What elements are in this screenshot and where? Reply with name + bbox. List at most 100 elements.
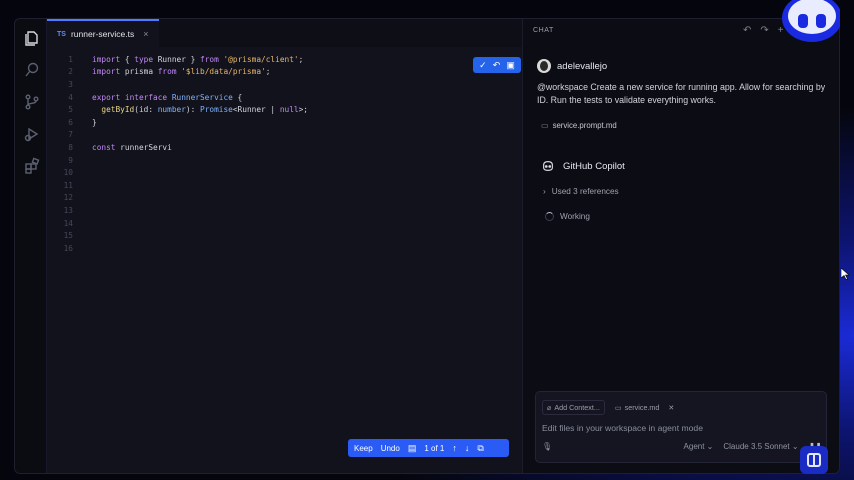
context-file-chip[interactable]: ▭ service.md ✕	[611, 401, 679, 414]
code-line[interactable]: 7	[47, 129, 522, 142]
code-line[interactable]: 2 import prisma from '$lib/data/prisma';	[47, 66, 522, 79]
file-diff-icon[interactable]: ▤	[408, 443, 417, 454]
attached-file[interactable]: ▭ service.prompt.md	[541, 121, 617, 130]
chat-input[interactable]	[542, 422, 812, 434]
code-token: from	[157, 67, 177, 77]
code-area[interactable]: 1 import { type Runner } from '@prisma/cl…	[47, 53, 522, 255]
change-counter: 1 of 1	[424, 443, 445, 453]
code-line[interactable]: 13	[47, 204, 522, 217]
code-line[interactable]: 1 import { type Runner } from '@prisma/cl…	[47, 53, 522, 66]
edit-review-bar: Keep Undo ▤ 1 of 1 ↑ ↓ ⧉	[348, 439, 509, 457]
code-line[interactable]: 16	[47, 242, 522, 255]
context-row: ⌀ Add Context... ▭ service.md ✕	[542, 400, 678, 415]
source-control-icon[interactable]	[23, 93, 41, 111]
code-token: '$lib/data/prisma'	[181, 67, 266, 77]
code-token: import	[92, 54, 121, 64]
file-icon: ▭	[541, 121, 549, 130]
code-token: import	[92, 67, 121, 77]
copilot-mascot-icon	[782, 0, 840, 42]
code-token: '@prisma/client'	[223, 54, 299, 64]
attached-file-name: service.prompt.md	[552, 121, 617, 130]
code-token: type	[134, 54, 154, 64]
explorer-icon[interactable]	[23, 29, 41, 47]
line-number: 2	[68, 67, 73, 77]
undo-button[interactable]: Undo	[381, 444, 400, 453]
code-line[interactable]: 10	[47, 166, 522, 179]
user-message-header: adelevallejo	[537, 59, 607, 73]
search-icon[interactable]	[23, 61, 41, 79]
code-token: >;	[298, 105, 308, 115]
model-selector[interactable]: Claude 3.5 Sonnet ⌄	[723, 442, 798, 451]
line-number: 16	[63, 243, 73, 253]
code-line[interactable]: 6}	[47, 116, 522, 129]
code-token: number	[157, 105, 186, 115]
code-token: prisma	[120, 67, 158, 77]
code-token: Promise	[200, 105, 233, 115]
user-name: adelevallejo	[557, 60, 608, 72]
code-line[interactable]: 4 export interface RunnerService {	[47, 91, 522, 104]
line-number: 14	[63, 218, 73, 228]
microphone-icon[interactable]: 🎙	[542, 442, 556, 451]
diff-file-icon[interactable]: ▣	[506, 60, 515, 70]
chat-input-box: ⌀ Add Context... ▭ service.md ✕ 🎙 Agent …	[535, 391, 827, 463]
add-context-button[interactable]: ⌀ Add Context...	[542, 400, 605, 415]
avatar	[537, 59, 551, 73]
progress-status: Working	[545, 212, 590, 221]
typescript-icon: TS	[57, 30, 66, 38]
chat-input-controls: 🎙 Agent ⌄ Claude 3.5 Sonnet ⌄ ❚❚	[542, 442, 822, 451]
code-token: from	[200, 54, 219, 64]
code-token: ;	[265, 67, 271, 77]
arrow-up-icon[interactable]: ↑	[452, 443, 457, 453]
line-number: 5	[68, 105, 73, 115]
line-number: 12	[63, 193, 73, 203]
undo-icon[interactable]: ↶	[743, 25, 751, 36]
pause-overlay-button[interactable]	[800, 446, 828, 474]
editor-tab-bar: TS runner-service.ts ×	[47, 19, 522, 47]
close-icon[interactable]: ×	[143, 29, 148, 39]
code-line[interactable]: 11	[47, 179, 522, 192]
model-label: Claude 3.5 Sonnet	[723, 442, 790, 451]
references-toggle[interactable]: › Used 3 references	[543, 187, 619, 196]
code-line[interactable]: 14	[47, 217, 522, 230]
mode-selector[interactable]: Agent ⌄	[684, 442, 714, 451]
accept-icon[interactable]: ✓	[479, 60, 487, 70]
vscode-window: TS runner-service.ts × 1 import { type Ru…	[14, 18, 840, 474]
user-prompt-text: @workspace Create a new service for runn…	[537, 82, 826, 105]
code-token: getById	[101, 105, 135, 115]
chevron-right-icon: ›	[543, 187, 546, 196]
add-context-label: Add Context...	[554, 403, 600, 412]
code-line[interactable]: 3	[47, 78, 522, 91]
line-number: 15	[63, 231, 73, 241]
arrow-down-icon[interactable]: ↓	[465, 443, 470, 453]
desktop-background: TS runner-service.ts × 1 import { type Ru…	[0, 0, 854, 480]
code-token: (id:	[134, 105, 158, 115]
open-diff-icon[interactable]: ⧉	[477, 443, 483, 454]
file-icon: ▭	[614, 403, 622, 412]
remove-icon[interactable]: ✕	[668, 403, 674, 412]
code-token: null	[279, 105, 299, 115]
tab-filename: runner-service.ts	[70, 29, 135, 39]
code-line[interactable]: 12	[47, 192, 522, 205]
code-line[interactable]: 15	[47, 229, 522, 242]
line-number: 10	[63, 168, 73, 178]
assistant-name: GitHub Copilot	[563, 160, 625, 172]
line-number: 8	[68, 142, 73, 152]
line-number: 13	[63, 205, 73, 215]
code-token: Runner }	[153, 54, 200, 64]
code-line[interactable]: 5 getById(id: number): Promise<Runner | …	[47, 103, 522, 116]
line-number: 4	[68, 92, 73, 102]
code-line[interactable]: 9	[47, 154, 522, 167]
extensions-icon[interactable]	[23, 157, 41, 175]
code-line[interactable]: 8 const runnerServi	[47, 141, 522, 154]
pause-overlay-icon	[807, 453, 821, 467]
line-number: 3	[68, 79, 73, 89]
keep-button[interactable]: Keep	[354, 444, 373, 453]
line-number: 7	[68, 130, 73, 140]
code-token: interface	[124, 92, 168, 102]
run-debug-icon[interactable]	[23, 125, 41, 143]
references-label: Used 3 references	[551, 187, 619, 196]
mouse-cursor-icon	[841, 268, 849, 280]
discard-icon[interactable]: ↶	[493, 60, 501, 70]
tab-runner-service[interactable]: TS runner-service.ts ×	[47, 19, 159, 47]
code-token: const	[92, 142, 116, 152]
